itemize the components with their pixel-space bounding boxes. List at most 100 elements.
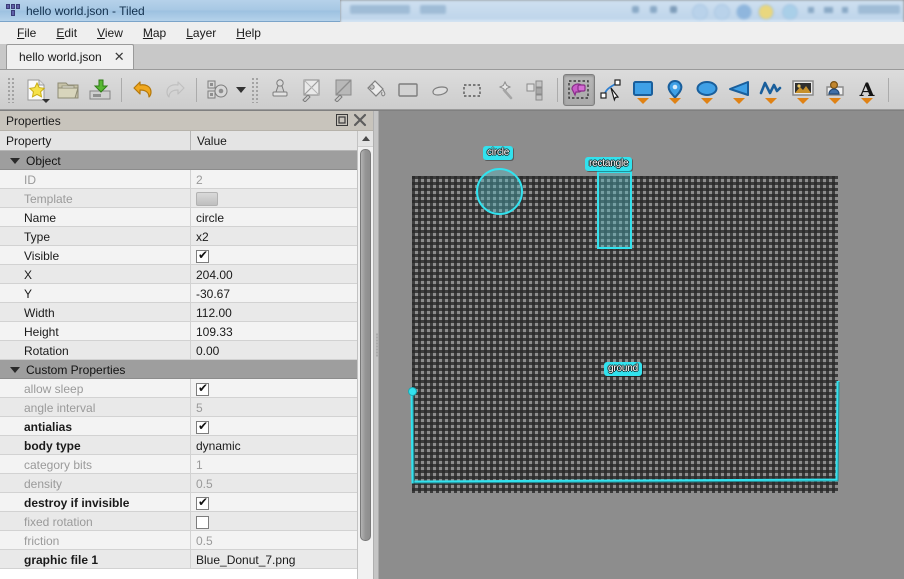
tab-close-icon[interactable]: ✕ [114, 51, 125, 64]
menu-edit[interactable]: Edit [47, 23, 86, 43]
insert-polyline-button[interactable] [755, 74, 787, 106]
scroll-up-icon[interactable] [358, 131, 373, 147]
menu-map[interactable]: Map [134, 23, 175, 43]
property-row-visible[interactable]: Visible [0, 246, 357, 265]
insert-text-dropdown-caret[interactable] [861, 97, 873, 104]
insert-template-button[interactable] [819, 74, 851, 106]
property-value: 0.5 [196, 534, 213, 548]
stamp-brush-button[interactable] [264, 74, 296, 106]
property-row-x[interactable]: X 204.00 [0, 265, 357, 284]
tab-hello-world-json[interactable]: hello world.json ✕ [6, 44, 134, 69]
save-file-button[interactable] [84, 74, 116, 106]
property-row-category-bits[interactable]: category bits 1 [0, 455, 357, 474]
map-object-label-circle[interactable]: circle [483, 146, 514, 160]
undock-icon[interactable] [335, 113, 351, 129]
property-row-template[interactable]: Template [0, 189, 357, 208]
insert-tile-dropdown-caret[interactable] [797, 97, 809, 104]
map-properties-button[interactable] [202, 74, 234, 106]
checkbox-destroy-if-invisible[interactable] [196, 495, 209, 510]
insert-rectangle-button[interactable] [627, 74, 659, 106]
edit-polygons-button[interactable] [595, 74, 627, 106]
property-label: Visible [24, 249, 60, 263]
group-expand-caret[interactable] [10, 158, 20, 164]
new-map-button[interactable] [20, 74, 52, 106]
group-expand-caret[interactable] [10, 367, 20, 373]
checkbox-allow-sleep[interactable] [196, 381, 209, 396]
toolbar-separator-3 [557, 77, 558, 102]
property-value: 0.00 [196, 344, 220, 358]
menu-bar: File Edit View Map Layer Help [0, 22, 904, 44]
checkbox-fixed-rotation[interactable] [196, 515, 209, 529]
insert-rectangle-dropdown-caret[interactable] [637, 97, 649, 104]
column-header-value[interactable]: Value [191, 131, 357, 150]
property-row-y[interactable]: Y -30.67 [0, 284, 357, 303]
map-canvas[interactable]: circle rectangle ground [379, 111, 904, 579]
property-row-angle-interval[interactable]: angle interval 5 [0, 398, 357, 417]
checkbox-visible[interactable] [196, 248, 209, 263]
new-map-dropdown-caret[interactable] [42, 98, 50, 103]
bucket-fill-button[interactable] [360, 74, 392, 106]
property-group-object[interactable]: Object [0, 151, 357, 170]
toolbar-grip[interactable] [6, 76, 16, 103]
insert-template-dropdown-caret[interactable] [829, 97, 841, 104]
insert-polyline-dropdown-caret[interactable] [765, 97, 777, 104]
property-row-name[interactable]: Name circle [0, 208, 357, 227]
magic-wand-button[interactable] [488, 74, 520, 106]
column-header-property[interactable]: Property [0, 131, 191, 150]
property-row-allow-sleep[interactable]: allow sleep [0, 379, 357, 398]
insert-tile-button[interactable] [787, 74, 819, 106]
insert-ellipse-dropdown-caret[interactable] [701, 97, 713, 104]
property-row-antialias[interactable]: antialias [0, 417, 357, 436]
checkbox-antialias[interactable] [196, 419, 209, 434]
menu-help[interactable]: Help [227, 23, 270, 43]
insert-point-dropdown-caret[interactable] [669, 97, 681, 104]
map-object-node-handle[interactable] [408, 387, 417, 396]
property-row-type[interactable]: Type x2 [0, 227, 357, 246]
property-row-rotation[interactable]: Rotation 0.00 [0, 341, 357, 360]
property-row-friction[interactable]: friction 0.5 [0, 531, 357, 550]
insert-polygon-dropdown-caret[interactable] [733, 97, 745, 104]
menu-layer[interactable]: Layer [177, 23, 225, 43]
insert-point-button[interactable] [659, 74, 691, 106]
toolbar-grip-2[interactable] [250, 76, 260, 103]
insert-text-button[interactable]: A [851, 74, 883, 106]
terrain-brush-button[interactable] [296, 74, 328, 106]
template-button[interactable] [196, 192, 218, 206]
property-row-destroy-if-invisible[interactable]: destroy if invisible [0, 493, 357, 512]
property-row-fixed-rotation[interactable]: fixed rotation [0, 512, 357, 531]
select-objects-button[interactable] [563, 73, 595, 106]
select-same-tile-button[interactable] [520, 74, 552, 106]
rectangle-button[interactable] [392, 74, 424, 106]
shape-fill-button[interactable] [328, 74, 360, 106]
property-label: friction [24, 534, 60, 548]
menu-view[interactable]: View [88, 23, 132, 43]
property-row-width[interactable]: Width 112.00 [0, 303, 357, 322]
insert-ellipse-button[interactable] [691, 74, 723, 106]
property-row-body-type[interactable]: body type dynamic [0, 436, 357, 455]
property-group-custom-properties[interactable]: Custom Properties [0, 360, 357, 379]
map-object-circle[interactable] [476, 168, 523, 215]
map-object-label-ground[interactable]: ground [604, 362, 642, 376]
toolbar-separator-2 [196, 77, 197, 102]
rectangular-select-button[interactable] [456, 74, 488, 106]
undo-button[interactable] [127, 74, 159, 106]
properties-scrollbar[interactable] [357, 131, 373, 579]
property-row-graphic-file-1[interactable]: graphic file 1 Blue_Donut_7.png [0, 550, 357, 569]
property-value: 204.00 [196, 268, 233, 282]
property-row-id[interactable]: ID 2 [0, 170, 357, 189]
scrollbar-thumb[interactable] [360, 149, 371, 541]
insert-polygon-button[interactable] [723, 74, 755, 106]
scrollbar-track[interactable] [358, 147, 373, 579]
map-object-rectangle[interactable] [597, 171, 632, 249]
map-properties-dropdown-caret[interactable] [236, 86, 246, 93]
close-icon[interactable] [353, 113, 369, 129]
menu-file[interactable]: File [8, 23, 45, 43]
map-object-label-rectangle[interactable]: rectangle [585, 157, 633, 171]
property-row-height[interactable]: Height 109.33 [0, 322, 357, 341]
property-row-density[interactable]: density 0.5 [0, 474, 357, 493]
property-label: angle interval [24, 401, 96, 415]
property-value: -30.67 [196, 287, 231, 301]
property-label: fixed rotation [24, 515, 93, 529]
eraser-button[interactable] [424, 74, 456, 106]
open-file-button[interactable] [52, 74, 84, 106]
